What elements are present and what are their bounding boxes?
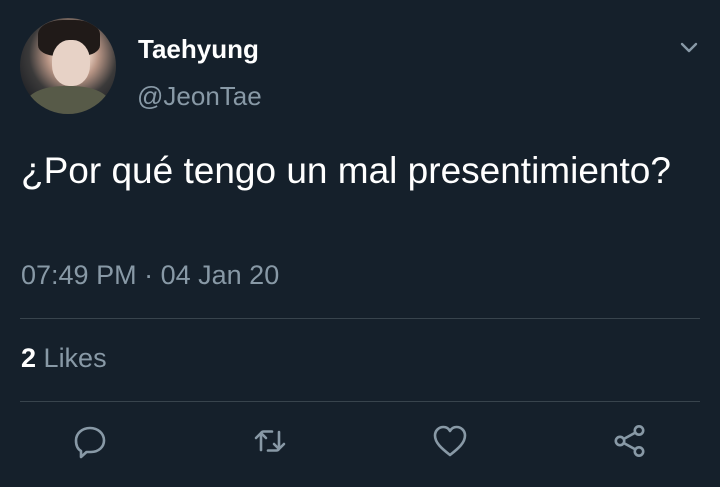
likes-stat[interactable]: 2 Likes: [21, 343, 107, 374]
chevron-down-icon[interactable]: [678, 36, 700, 58]
tweet-timestamp[interactable]: 07:49 PM · 04 Jan 20: [21, 260, 279, 291]
author-handle[interactable]: @JeonTae: [137, 81, 262, 112]
meta-separator: ·: [144, 260, 154, 290]
tweet-time: 07:49 PM: [21, 260, 137, 290]
avatar-face: [52, 40, 90, 86]
retweet-button[interactable]: [251, 422, 289, 460]
reply-button[interactable]: [71, 422, 109, 460]
likes-label: Likes: [43, 343, 107, 373]
share-icon: [614, 425, 645, 457]
tweet-detail: Taehyung @JeonTae ¿Por qué tengo un mal …: [0, 0, 720, 487]
divider: [20, 401, 700, 402]
share-button[interactable]: [611, 422, 649, 460]
reply-icon: [74, 426, 106, 459]
tweet-text: ¿Por qué tengo un mal presentimiento?: [21, 150, 671, 191]
tweet-date: 04 Jan 20: [160, 260, 280, 290]
divider: [20, 318, 700, 319]
heart-icon: [433, 425, 467, 457]
retweet-icon: [254, 430, 286, 452]
like-button[interactable]: [431, 422, 469, 460]
author-display-name[interactable]: Taehyung: [138, 34, 259, 65]
likes-count: 2: [21, 343, 37, 373]
avatar-body: [26, 86, 110, 114]
avatar[interactable]: [20, 18, 116, 114]
